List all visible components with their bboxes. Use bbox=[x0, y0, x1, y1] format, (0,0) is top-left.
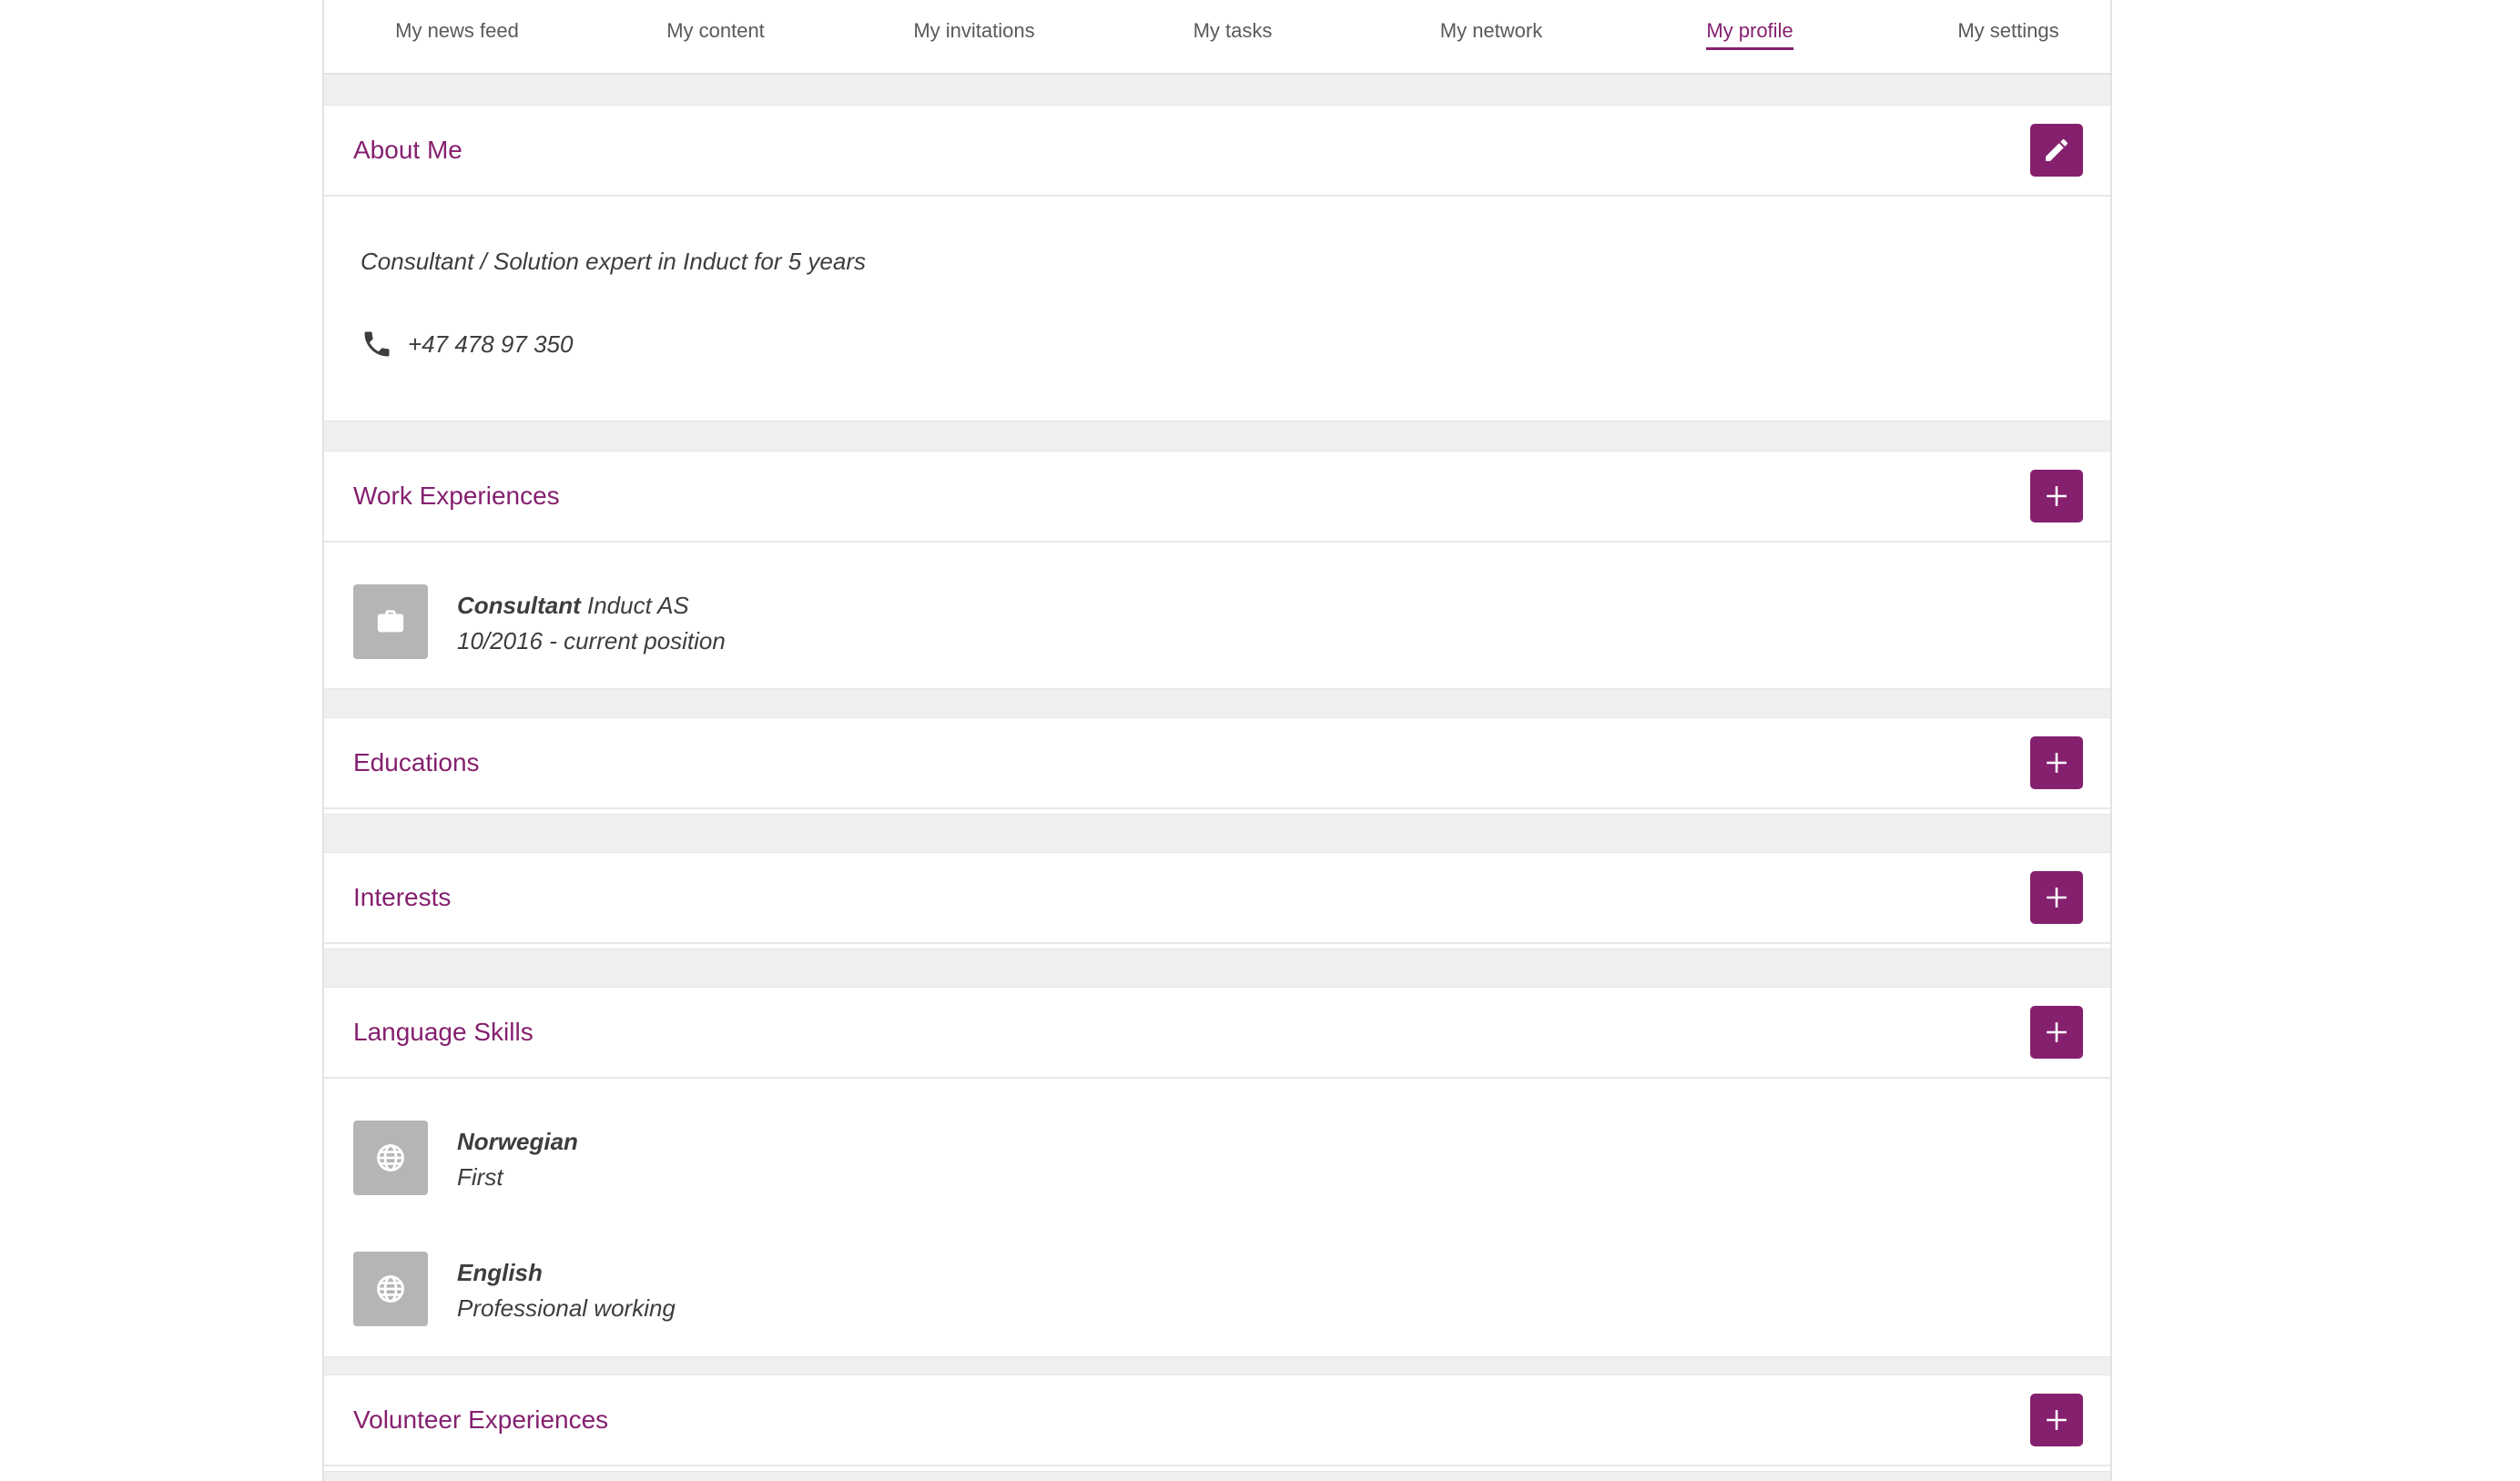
plus-icon bbox=[2047, 486, 2067, 506]
about-me-card: About Me Consultant / Solution expert in… bbox=[324, 105, 2110, 421]
work-experience-item: Consultant Induct AS 10/2016 - current p… bbox=[353, 584, 726, 659]
plus-icon bbox=[2047, 1022, 2067, 1042]
profile-tabs: My news feed My content My invitations M… bbox=[324, 0, 2110, 75]
language-item: Norwegian First bbox=[353, 1121, 578, 1195]
interests-title: Interests bbox=[353, 883, 452, 911]
language-level: Professional working bbox=[457, 1294, 676, 1322]
briefcase-icon-box bbox=[353, 584, 428, 659]
volunteer-experiences-card: Volunteer Experiences bbox=[324, 1374, 2110, 1472]
profile-container: My news feed My content My invitations M… bbox=[322, 0, 2112, 1481]
work-company: Induct AS bbox=[587, 592, 689, 619]
briefcase-icon bbox=[377, 610, 404, 633]
tab-my-profile[interactable]: My profile bbox=[1641, 0, 1859, 62]
volunteer-experiences-header: Volunteer Experiences bbox=[324, 1375, 2110, 1466]
work-experiences-header: Work Experiences bbox=[324, 451, 2110, 543]
work-period: 10/2016 - current position bbox=[457, 627, 726, 654]
add-language-button[interactable] bbox=[2030, 1006, 2083, 1059]
phone-number: +47 478 97 350 bbox=[408, 330, 574, 358]
interests-header: Interests bbox=[324, 853, 2110, 944]
interests-card: Interests bbox=[324, 852, 2110, 949]
about-me-title: About Me bbox=[353, 136, 462, 164]
volunteer-experiences-title: Volunteer Experiences bbox=[353, 1405, 609, 1434]
language-name: English bbox=[457, 1259, 543, 1286]
phone-icon bbox=[364, 331, 390, 357]
language-skills-header: Language Skills bbox=[324, 988, 2110, 1079]
work-experiences-card: Work Experiences Consultant Induct AS 10… bbox=[324, 451, 2110, 689]
language-name: Norwegian bbox=[457, 1128, 578, 1155]
tab-my-network[interactable]: My network bbox=[1382, 0, 1600, 62]
tab-my-invitations[interactable]: My invitations bbox=[865, 0, 1083, 62]
plus-icon bbox=[2047, 888, 2067, 908]
tab-my-content[interactable]: My content bbox=[606, 0, 825, 62]
edit-about-button[interactable] bbox=[2030, 124, 2083, 177]
work-experience-text: Consultant Induct AS 10/2016 - current p… bbox=[457, 584, 726, 659]
globe-icon bbox=[377, 1275, 404, 1303]
language-item: English Professional working bbox=[353, 1252, 676, 1326]
add-work-experience-button[interactable] bbox=[2030, 470, 2083, 522]
pencil-icon bbox=[2046, 138, 2068, 161]
language-skills-title: Language Skills bbox=[353, 1018, 533, 1046]
phone-row: +47 478 97 350 bbox=[361, 328, 573, 360]
about-me-header: About Me bbox=[324, 106, 2110, 197]
add-education-button[interactable] bbox=[2030, 736, 2083, 789]
work-role: Consultant bbox=[457, 592, 581, 619]
tab-my-tasks[interactable]: My tasks bbox=[1123, 0, 1342, 62]
language-text: English Professional working bbox=[457, 1252, 676, 1326]
globe-icon bbox=[377, 1144, 404, 1172]
tab-my-news-feed[interactable]: My news feed bbox=[348, 0, 566, 62]
work-experiences-title: Work Experiences bbox=[353, 482, 560, 510]
plus-icon bbox=[2047, 1410, 2067, 1430]
globe-icon-box bbox=[353, 1252, 428, 1326]
plus-icon bbox=[2047, 753, 2067, 773]
add-volunteer-experience-button[interactable] bbox=[2030, 1394, 2083, 1446]
educations-card: Educations bbox=[324, 717, 2110, 815]
globe-icon-box bbox=[353, 1121, 428, 1195]
educations-header: Educations bbox=[324, 718, 2110, 809]
language-text: Norwegian First bbox=[457, 1121, 578, 1195]
tab-my-settings[interactable]: My settings bbox=[1899, 0, 2118, 62]
about-description: Consultant / Solution expert in Induct f… bbox=[361, 248, 866, 275]
educations-title: Educations bbox=[353, 748, 480, 776]
add-interest-button[interactable] bbox=[2030, 871, 2083, 924]
language-level: First bbox=[457, 1163, 503, 1191]
language-skills-card: Language Skills Norwegian First English … bbox=[324, 987, 2110, 1357]
